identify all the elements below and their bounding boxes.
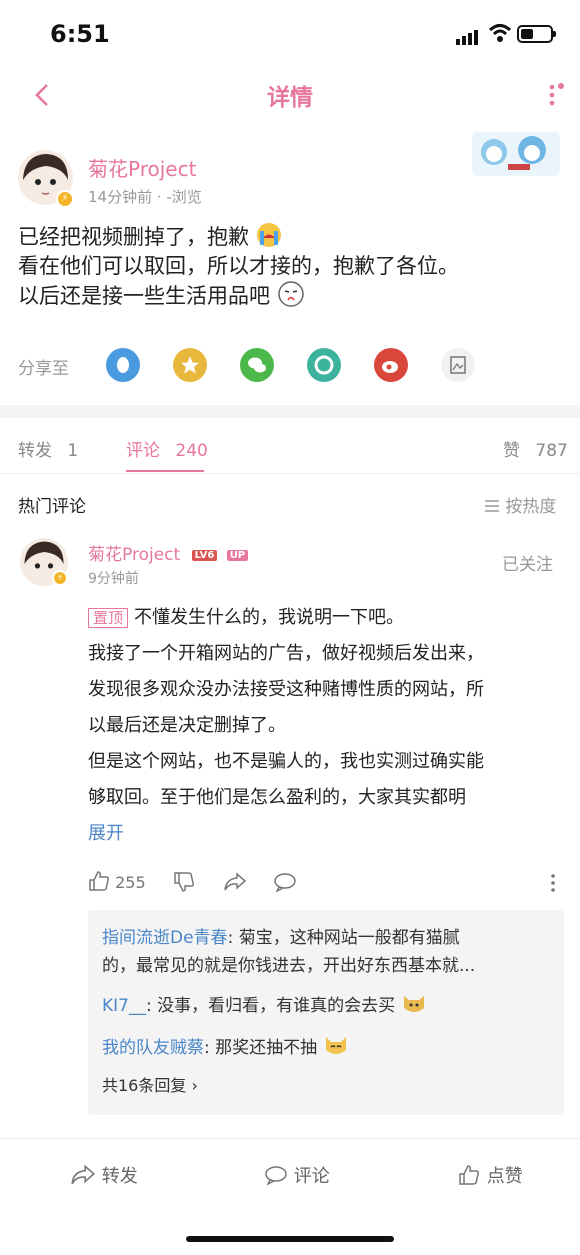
comment-author-row: 菊花Project LV6 UP — [88, 540, 249, 565]
view-all-replies-link[interactable]: 共16条回复 › — [102, 1072, 198, 1100]
like-count: 255 — [115, 873, 146, 892]
reply-text: 菊宝，这种网站一般都有猫腻 — [238, 928, 460, 948]
reply-user[interactable]: KI7__ — [102, 996, 146, 1016]
tab-indicator — [126, 470, 204, 472]
reply-icon[interactable] — [273, 872, 297, 892]
reply-item: 我的队友贼蔡: 那奖还抽不抽 — [102, 1034, 349, 1062]
bottom-comment-label: 评论 — [293, 1166, 330, 1187]
comment-line: 不懂发生什么的，我说明一下吧。 — [134, 607, 405, 628]
signal-icon — [456, 26, 480, 45]
share-label: 分享至 — [18, 359, 69, 379]
verified-badge: ⚡ — [56, 190, 74, 208]
like-icon — [459, 1165, 480, 1185]
follow-button[interactable]: 已关注 — [502, 550, 553, 575]
level-badge: LV6 — [191, 550, 218, 561]
repost-icon — [71, 1164, 96, 1185]
comment-like-button[interactable]: 255 — [88, 870, 146, 892]
verified-badge: ⚡ — [52, 570, 68, 586]
crying-emoji-icon — [256, 223, 281, 247]
reply-user[interactable]: 我的队友贼蔡 — [102, 1038, 204, 1058]
comment-line: 发现很多观众没办法接受这种赌博性质的网站，所 — [88, 679, 484, 700]
reply-text: 那奖还抽不抽 — [215, 1038, 318, 1058]
sort-label: 按热度 — [505, 497, 557, 517]
comment-line: 够取回。至于他们是怎么盈利的，大家其实都明 — [88, 787, 466, 808]
author-name[interactable]: 菊花Project — [88, 153, 196, 182]
thumbs-down-icon[interactable] — [173, 871, 195, 893]
list-icon — [485, 500, 499, 512]
comment-author[interactable]: 菊花Project — [88, 545, 180, 565]
comment-line: 我接了一个开箱网站的广告，做好视频后发出来， — [88, 643, 484, 664]
bottom-repost-label: 转发 — [101, 1166, 138, 1187]
comment-line: 以最后还是决定删掉了。 — [88, 715, 286, 736]
comment-more-icon[interactable] — [548, 872, 558, 894]
tab-like[interactable]: 赞 787 — [503, 436, 568, 461]
status-bar: 6:51 — [0, 0, 580, 66]
page-title: 详情 — [267, 85, 313, 111]
reply-item: 指间流逝De青春: 菊宝，这种网站一般都有猫腻 — [102, 928, 460, 948]
doge-emoji-icon — [403, 996, 424, 1012]
weibo-share-icon[interactable] — [374, 348, 408, 382]
wifi-icon — [488, 24, 512, 42]
post-line: 已经把视频删掉了，抱歉 — [18, 225, 249, 249]
post-body: 已经把视频删掉了，抱歉 看在他们可以取回，所以才接的，抱歉了各位。 以后还是接一… — [18, 222, 459, 311]
up-badge: UP — [226, 550, 249, 561]
nav-bar: 详情 — [0, 66, 580, 118]
divider — [0, 1138, 580, 1139]
comment-time: 9分钟前 — [88, 571, 139, 587]
reply-text: 没事，看归看，有谁真的会去买 — [157, 996, 396, 1016]
decoration-sticker — [472, 132, 560, 176]
post-meta: 14分钟前 · -浏览 — [88, 188, 202, 206]
reply-user[interactable]: 指间流逝De青春 — [102, 928, 228, 948]
bottom-like-button[interactable]: 点赞 — [457, 1162, 523, 1188]
comment-line: 但是这个网站，也不是骗人的，我也实测过确实能 — [88, 751, 484, 772]
tab-comment[interactable]: 评论 240 — [126, 436, 208, 461]
reply-preview-box[interactable]: 指间流逝De青春: 菊宝，这种网站一般都有猫腻 的，最常见的就是你钱进去，开出好… — [88, 910, 564, 1115]
more-menu-icon[interactable] — [543, 80, 565, 116]
section-divider — [0, 405, 580, 418]
bottom-comment-button[interactable]: 评论 — [264, 1162, 330, 1188]
qzone-share-icon[interactable] — [173, 348, 207, 382]
status-time: 6:51 — [50, 20, 110, 48]
hot-comments-title: 热门评论 — [18, 497, 86, 517]
thumbs-up-icon — [89, 871, 110, 891]
comment-icon — [265, 1166, 287, 1186]
expand-link[interactable]: 展开 — [88, 816, 558, 852]
qq-share-icon[interactable] — [106, 348, 140, 382]
post-line: 看在他们可以取回，所以才接的，抱歉了各位。 — [18, 254, 459, 278]
divider — [0, 473, 580, 474]
bottom-like-label: 点赞 — [486, 1166, 523, 1187]
reply-item: KI7__: 没事，看归看，有谁真的会去买 — [102, 992, 427, 1020]
image-share-icon[interactable] — [441, 348, 475, 382]
post-line: 以后还是接一些生活用品吧 — [18, 284, 270, 308]
wechat-share-icon[interactable] — [240, 348, 274, 382]
home-indicator — [186, 1236, 394, 1242]
cat-emoji-icon — [325, 1037, 346, 1054]
reply-item-continuation: 的，最常见的就是你钱进去，开出好东西基本就... — [102, 956, 476, 976]
battery-icon — [517, 25, 556, 43]
share-icon[interactable] — [223, 872, 247, 892]
sort-button[interactable]: 按热度 — [484, 492, 556, 517]
tab-repost[interactable]: 转发 1 — [18, 436, 78, 461]
bottom-repost-button[interactable]: 转发 — [70, 1162, 138, 1188]
moments-share-icon[interactable] — [307, 348, 341, 382]
sad-face-emoji-icon — [277, 281, 304, 307]
comment-body: 置顶 不懂发生什么的，我说明一下吧。 我接了一个开箱网站的广告，做好视频后发出来，… — [88, 600, 558, 852]
pinned-tag: 置顶 — [88, 608, 129, 628]
